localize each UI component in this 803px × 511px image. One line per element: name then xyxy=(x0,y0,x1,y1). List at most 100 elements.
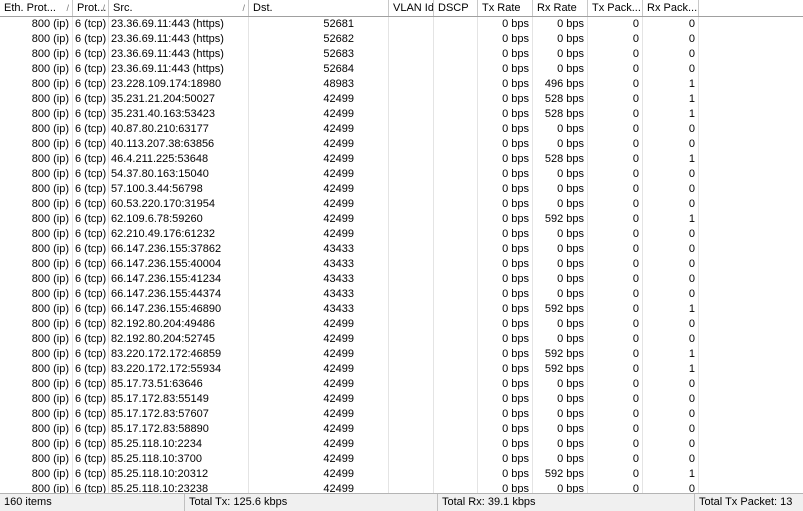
traffic-table: Eth. Prot... / Prot... / Src. / Dst. VLA… xyxy=(0,0,803,493)
tx-rate-cell: 0 bps xyxy=(502,18,529,30)
column-header-tx-rate[interactable]: Tx Rate xyxy=(478,0,533,16)
column-header-rx-rate[interactable]: Rx Rate xyxy=(533,0,588,16)
eth-protocol-cell: 800 (ip) xyxy=(31,18,69,30)
tx-packets-cell: 0 xyxy=(632,378,639,390)
tx-rate-cell: 0 bps xyxy=(502,273,529,285)
rx-rate-cell: 0 bps xyxy=(557,18,584,30)
rx-packets-cell: 1 xyxy=(688,153,695,165)
table-row[interactable]: 800 (ip) 6 (tcp) 23.36.69.11:443 (https) 52… xyxy=(0,62,803,77)
dst-cell: 43433 xyxy=(323,303,354,315)
sort-indicator-icon: / xyxy=(102,3,105,13)
table-row[interactable]: 800 (ip) 6 (tcp) 83.220.172.172:55934 42499… xyxy=(0,362,803,377)
eth-protocol-cell: 800 (ip) xyxy=(31,318,69,330)
rx-rate-cell: 496 bps xyxy=(544,78,584,90)
tx-rate-cell: 0 bps xyxy=(502,198,529,210)
dst-cell: 43433 xyxy=(323,273,354,285)
table-row[interactable]: 800 (ip) 6 (tcp) 66.147.236.155:44374 43433… xyxy=(0,287,803,302)
table-row[interactable]: 800 (ip) 6 (tcp) 85.25.118.10:3700 42499 0 b… xyxy=(0,452,803,467)
tx-packets-cell: 0 xyxy=(632,273,639,285)
dst-cell: 43433 xyxy=(323,288,354,300)
protocol-cell: 6 (tcp) xyxy=(75,438,107,450)
src-cell: 66.147.236.155:44374 xyxy=(111,288,222,300)
table-row[interactable]: 800 (ip) 6 (tcp) 35.231.40.163:53423 42499 0… xyxy=(0,107,803,122)
tx-packets-cell: 0 xyxy=(632,198,639,210)
table-row[interactable]: 800 (ip) 6 (tcp) 66.147.236.155:37862 43433… xyxy=(0,242,803,257)
tx-rate-cell: 0 bps xyxy=(502,183,529,195)
table-row[interactable]: 800 (ip) 6 (tcp) 83.220.172.172:46859 42499… xyxy=(0,347,803,362)
dst-cell: 42499 xyxy=(323,123,354,135)
table-row[interactable]: 800 (ip) 6 (tcp) 23.36.69.11:443 (https) 52… xyxy=(0,17,803,32)
eth-protocol-cell: 800 (ip) xyxy=(31,393,69,405)
rx-rate-cell: 592 bps xyxy=(544,468,584,480)
column-header-label: Tx Pack... xyxy=(592,2,641,14)
table-row[interactable]: 800 (ip) 6 (tcp) 85.17.73.51:63646 42499 0 b… xyxy=(0,377,803,392)
table-row[interactable]: 800 (ip) 6 (tcp) 23.228.109.174:18980 48983… xyxy=(0,77,803,92)
rx-packets-cell: 1 xyxy=(688,468,695,480)
src-cell: 66.147.236.155:46890 xyxy=(111,303,222,315)
status-bar: 160 items Total Tx: 125.6 kbps Total Rx:… xyxy=(0,493,803,511)
table-row[interactable]: 800 (ip) 6 (tcp) 66.147.236.155:40004 43433… xyxy=(0,257,803,272)
table-row[interactable]: 800 (ip) 6 (tcp) 57.100.3.44:56798 42499 0 b… xyxy=(0,182,803,197)
src-cell: 23.36.69.11:443 (https) xyxy=(111,48,224,60)
src-cell: 57.100.3.44:56798 xyxy=(111,183,203,195)
column-header-label: Rx Rate xyxy=(537,2,577,14)
column-header-rx-packets[interactable]: Rx Pack... xyxy=(643,0,699,16)
table-row[interactable]: 800 (ip) 6 (tcp) 66.147.236.155:41234 43433… xyxy=(0,272,803,287)
protocol-cell: 6 (tcp) xyxy=(75,93,107,105)
table-row[interactable]: 800 (ip) 6 (tcp) 60.53.220.170:31954 42499 0… xyxy=(0,197,803,212)
column-header-src[interactable]: Src. / xyxy=(109,0,249,16)
column-header-protocol[interactable]: Prot... / xyxy=(73,0,109,16)
table-row[interactable]: 800 (ip) 6 (tcp) 85.25.118.10:23238 42499 0 … xyxy=(0,482,803,493)
dst-cell: 42499 xyxy=(323,183,354,195)
table-row[interactable]: 800 (ip) 6 (tcp) 85.17.172.83:57607 42499 0 … xyxy=(0,407,803,422)
column-header-eth-protocol[interactable]: Eth. Prot... / xyxy=(0,0,73,16)
tx-rate-cell: 0 bps xyxy=(502,123,529,135)
rx-rate-cell: 0 bps xyxy=(557,123,584,135)
rx-packets-cell: 0 xyxy=(688,228,695,240)
table-row[interactable]: 800 (ip) 6 (tcp) 23.36.69.11:443 (https) 52… xyxy=(0,47,803,62)
table-row[interactable]: 800 (ip) 6 (tcp) 82.192.80.204:52745 42499 0… xyxy=(0,332,803,347)
table-row[interactable]: 800 (ip) 6 (tcp) 85.17.172.83:55149 42499 0 … xyxy=(0,392,803,407)
item-count: 160 items xyxy=(0,494,185,511)
column-header-vlan-id[interactable]: VLAN Id xyxy=(389,0,434,16)
table-row[interactable]: 800 (ip) 6 (tcp) 23.36.69.11:443 (https) 52… xyxy=(0,32,803,47)
rx-packets-cell: 1 xyxy=(688,213,695,225)
table-row[interactable]: 800 (ip) 6 (tcp) 82.192.80.204:49486 42499 0… xyxy=(0,317,803,332)
table-row[interactable]: 800 (ip) 6 (tcp) 62.109.6.78:59260 42499 0 b… xyxy=(0,212,803,227)
dst-cell: 42499 xyxy=(323,168,354,180)
protocol-cell: 6 (tcp) xyxy=(75,243,107,255)
table-row[interactable]: 800 (ip) 6 (tcp) 85.17.172.83:58890 42499 0 … xyxy=(0,422,803,437)
protocol-cell: 6 (tcp) xyxy=(75,318,107,330)
table-row[interactable]: 800 (ip) 6 (tcp) 85.25.118.10:20312 42499 0 … xyxy=(0,467,803,482)
rx-rate-cell: 0 bps xyxy=(557,168,584,180)
table-row[interactable]: 800 (ip) 6 (tcp) 40.113.207.38:63856 42499 0… xyxy=(0,137,803,152)
eth-protocol-cell: 800 (ip) xyxy=(31,303,69,315)
column-header-dst[interactable]: Dst. xyxy=(249,0,389,16)
table-row[interactable]: 800 (ip) 6 (tcp) 62.210.49.176:61232 42499 0… xyxy=(0,227,803,242)
src-cell: 35.231.40.163:53423 xyxy=(111,108,215,120)
rx-packets-cell: 0 xyxy=(688,318,695,330)
column-header-dscp[interactable]: DSCP xyxy=(434,0,478,16)
column-header-tx-packets[interactable]: Tx Pack... xyxy=(588,0,643,16)
tx-rate-cell: 0 bps xyxy=(502,33,529,45)
dst-cell: 43433 xyxy=(323,243,354,255)
dst-cell: 42499 xyxy=(323,333,354,345)
table-row[interactable]: 800 (ip) 6 (tcp) 66.147.236.155:46890 43433… xyxy=(0,302,803,317)
eth-protocol-cell: 800 (ip) xyxy=(31,333,69,345)
protocol-cell: 6 (tcp) xyxy=(75,228,107,240)
table-row[interactable]: 800 (ip) 6 (tcp) 85.25.118.10:2234 42499 0 b… xyxy=(0,437,803,452)
table-row[interactable]: 800 (ip) 6 (tcp) 40.87.80.210:63177 42499 0 … xyxy=(0,122,803,137)
tx-rate-cell: 0 bps xyxy=(502,228,529,240)
table-row[interactable]: 800 (ip) 6 (tcp) 35.231.21.204:50027 42499 0… xyxy=(0,92,803,107)
column-header-label: Dst. xyxy=(253,2,273,14)
src-cell: 46.4.211.225:53648 xyxy=(111,153,209,165)
rx-rate-cell: 0 bps xyxy=(557,48,584,60)
protocol-cell: 6 (tcp) xyxy=(75,393,107,405)
tx-packets-cell: 0 xyxy=(632,183,639,195)
rx-packets-cell: 0 xyxy=(688,453,695,465)
tx-rate-cell: 0 bps xyxy=(502,138,529,150)
tx-packets-cell: 0 xyxy=(632,468,639,480)
column-header-label: Rx Pack... xyxy=(647,2,698,14)
table-row[interactable]: 800 (ip) 6 (tcp) 46.4.211.225:53648 42499 0 … xyxy=(0,152,803,167)
table-row[interactable]: 800 (ip) 6 (tcp) 54.37.80.163:15040 42499 0 … xyxy=(0,167,803,182)
